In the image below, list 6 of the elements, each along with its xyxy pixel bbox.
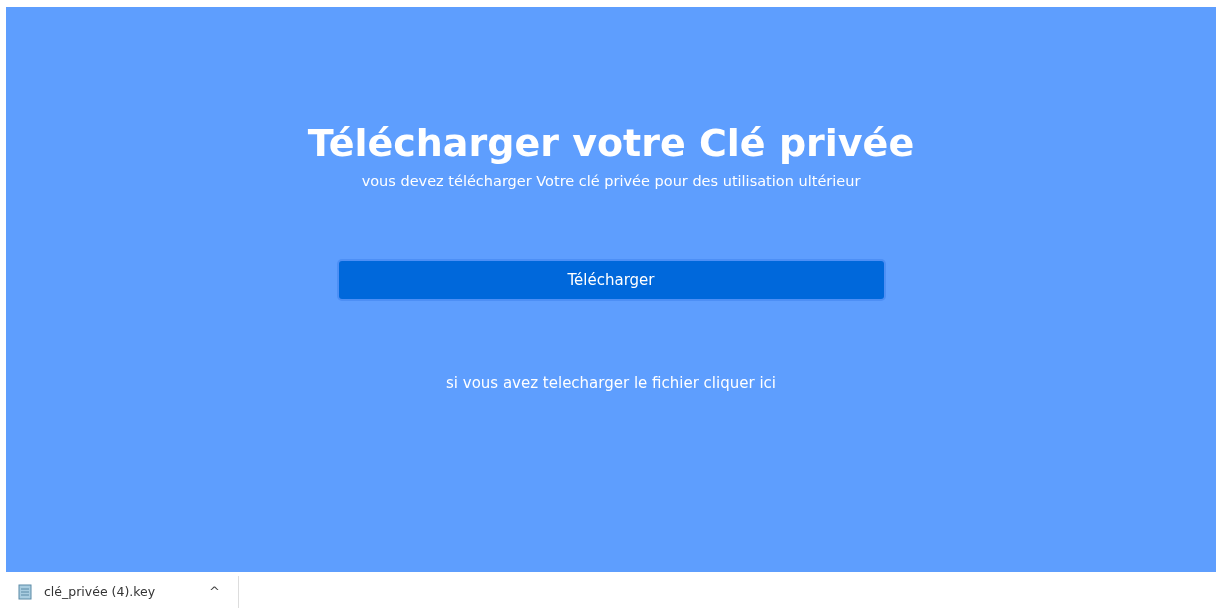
page-title: Télécharger votre Clé privée	[307, 120, 915, 167]
document-icon	[18, 583, 32, 600]
page-subtitle: vous devez télécharger Votre clé privée pour des utilisation ultérieur	[361, 173, 861, 189]
caret-icon[interactable]: ^	[209, 584, 220, 599]
download-button[interactable]: Télécharger	[338, 261, 884, 299]
download-filename[interactable]: clé_privée (4).key	[44, 584, 210, 599]
